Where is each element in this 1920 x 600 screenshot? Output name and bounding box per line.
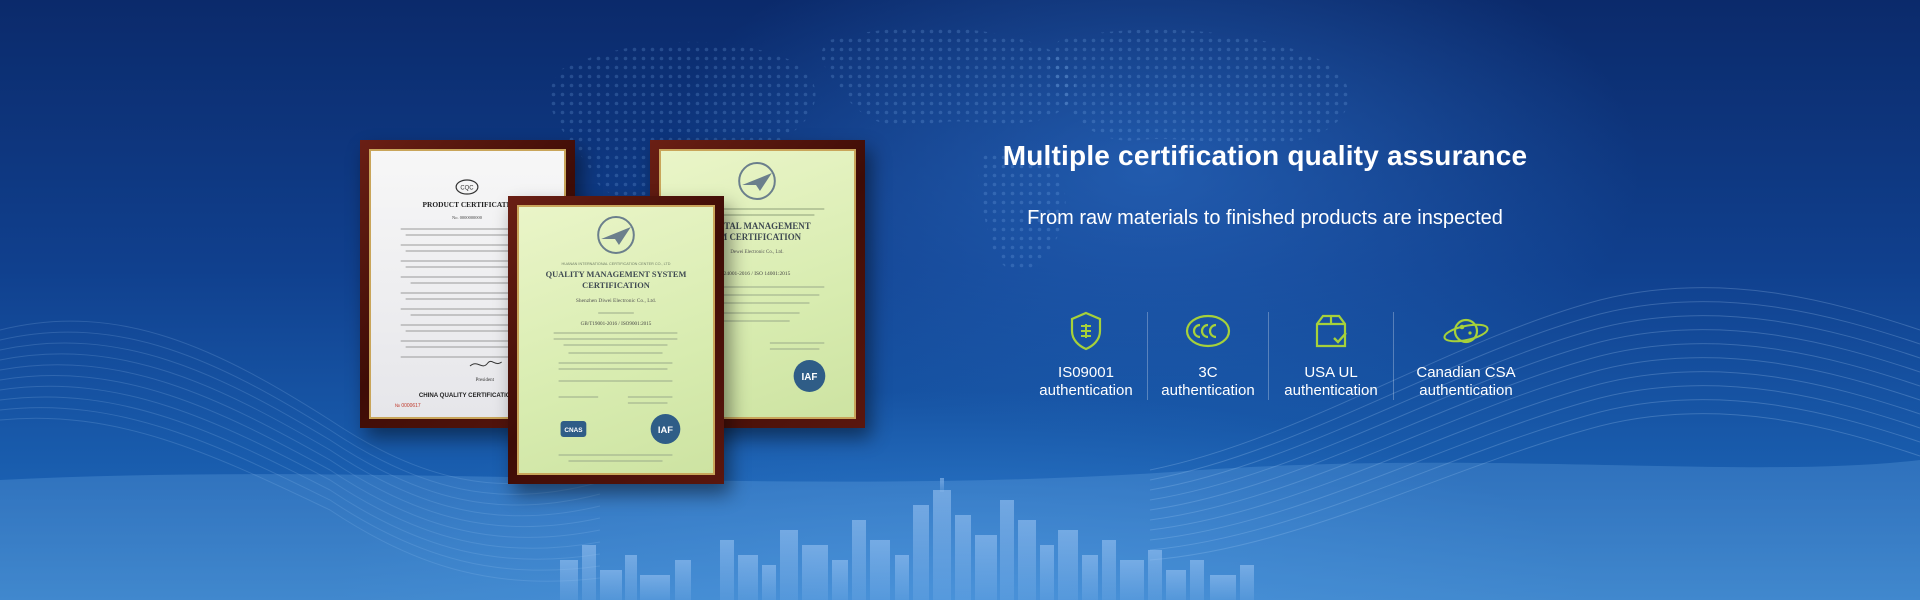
quality-footer-lines [558, 454, 673, 462]
cqc-logo-icon: CQC [455, 179, 479, 195]
iaf-badge-front-text: IAF [658, 425, 673, 436]
feature-label-usa-ul: USA UL authentication [1284, 364, 1378, 399]
plane-emblem-icon [738, 162, 776, 200]
iaf-badge-back: IAF [793, 360, 826, 392]
quality-certificate-header: HUANAN INTERNATIONAL CERTIFICATION CENTE… [562, 262, 671, 266]
environmental-title-line2: EM CERTIFICATION [713, 232, 802, 242]
certificate-serial: № 0000617 [395, 403, 421, 409]
quality-company: Shenzhen Diwei Electronic Co., Ltd. [576, 298, 656, 304]
shield-certificate-icon [1062, 310, 1110, 352]
feature-usa-ul: USA UL authentication [1269, 310, 1393, 400]
issuer-name: CHINA QUALITY CERTIFICATION C [419, 392, 522, 399]
box-check-icon [1307, 310, 1355, 352]
cnas-badge-text: CNAS [564, 427, 583, 434]
cnas-badge: CNAS [560, 421, 587, 437]
plane-emblem-icon [597, 216, 635, 254]
feature-canadian-csa: Canadian CSA authentication [1394, 310, 1538, 400]
environmental-company: Dewei Electronic Co., Ltd. [730, 250, 783, 255]
quality-certificate-frame: HUANAN INTERNATIONAL CERTIFICATION CENTE… [508, 196, 724, 484]
quality-fine-print [553, 332, 678, 404]
president-label: President [476, 378, 495, 383]
quality-title-line2: CERTIFICATION [582, 280, 650, 290]
environmental-standard: 24001-2016 / ISO 14001:2015 [724, 271, 791, 277]
background-art [0, 27, 1920, 600]
product-certificate-title: PRODUCT CERTIFICATE [422, 200, 511, 209]
page-subtitle: From raw materials to finished products … [1027, 207, 1503, 229]
quality-certificate: HUANAN INTERNATIONAL CERTIFICATION CENTE… [517, 205, 715, 475]
cqc-logo-text: CQC [460, 185, 474, 191]
product-certificate-number: No. 0000000000 [452, 215, 483, 220]
ccc-mark-icon [1184, 310, 1232, 352]
signature-mark [469, 360, 502, 367]
iaf-badge-front: IAF [650, 414, 681, 444]
certification-list: IS09001 authentication 3C authentication [1025, 310, 1538, 400]
iaf-badge-back-text: IAF [801, 372, 817, 383]
planet-icon [1442, 310, 1490, 352]
feature-3c: 3C authentication [1148, 310, 1268, 400]
feature-label-3c: 3C authentication [1161, 364, 1255, 399]
quality-title-line1: QUALITY MANAGEMENT SYSTEM [546, 269, 687, 279]
feature-label-iso9001: IS09001 authentication [1039, 364, 1133, 399]
feature-label-canadian-csa: Canadian CSA authentication [1416, 364, 1516, 399]
quality-standard: GB/T19001-2016 / ISO9001:2015 [581, 321, 652, 327]
page-title: Multiple certification quality assurance [1002, 140, 1528, 171]
certification-banner: CQC PRODUCT CERTIFICATE No. 0000000000 P… [0, 0, 1920, 600]
feature-iso9001: IS09001 authentication [1025, 310, 1147, 400]
